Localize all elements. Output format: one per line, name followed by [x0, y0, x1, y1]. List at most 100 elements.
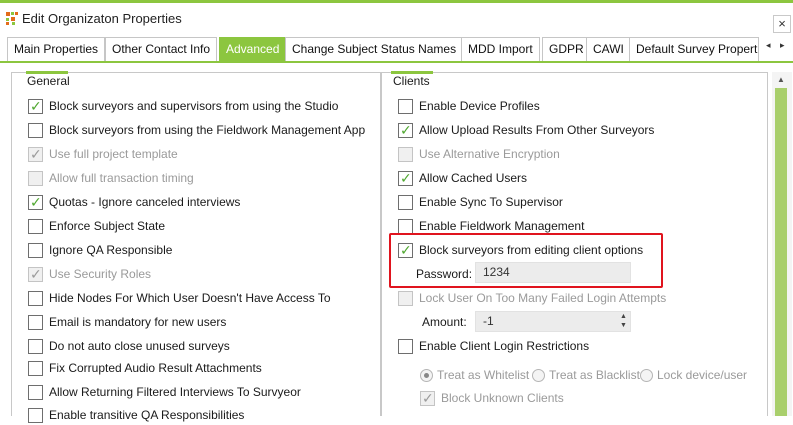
scrollbar-thumb[interactable] — [775, 88, 787, 416]
clients-option-label: Allow Cached Users — [419, 171, 528, 185]
general-option-row[interactable]: Do not auto close unused surveys — [28, 336, 230, 356]
tab-other-contact-info[interactable]: Other Contact Info — [105, 37, 218, 61]
general-checkbox[interactable] — [28, 242, 43, 258]
clients-option-row[interactable]: Enable Sync To Supervisor — [398, 192, 563, 212]
close-button[interactable]: × — [773, 15, 791, 33]
general-checkbox[interactable] — [28, 314, 43, 330]
radio-lock-device[interactable]: Lock device/user — [640, 365, 747, 385]
lock-user-row: Lock User On Too Many Failed Login Attem… — [398, 288, 666, 308]
general-option-label: Allow Returning Filtered Interviews To S… — [49, 385, 301, 399]
lock-user-checkbox — [398, 290, 413, 306]
general-option-row[interactable]: ✓ Quotas - Ignore canceled interviews — [28, 192, 240, 212]
general-option-row[interactable]: Allow Returning Filtered Interviews To S… — [28, 382, 301, 402]
general-option-label: Ignore QA Responsible — [49, 243, 173, 257]
login-restrictions-row[interactable]: Enable Client Login Restrictions — [398, 336, 589, 356]
block-unknown-checkbox: ✓ — [420, 390, 435, 406]
clients-option-label: Allow Upload Results From Other Surveyor… — [419, 123, 655, 137]
general-option-row[interactable]: Enable transitive QA Responsibilities — [28, 405, 244, 425]
clients-checkbox[interactable]: ✓ — [398, 169, 413, 186]
tab-gdpr[interactable]: GDPR — [542, 37, 591, 61]
tab-scroll-right-icon[interactable]: ▸ — [780, 40, 785, 51]
title-bar: Edit Organizaton Properties × — [0, 3, 793, 36]
tab-change-subject-status-names[interactable]: Change Subject Status Names — [285, 37, 464, 61]
radio-label: Treat as Whitelist — [437, 368, 530, 382]
general-checkbox — [28, 170, 43, 186]
general-header: General — [27, 74, 70, 88]
check-icon: ✓ — [400, 169, 412, 186]
login-restrictions-label: Enable Client Login Restrictions — [419, 339, 590, 353]
radio-button[interactable] — [532, 368, 545, 382]
check-icon: ✓ — [30, 97, 42, 114]
general-option-label: Block surveyors and supervisors from usi… — [49, 99, 339, 113]
clients-option-row[interactable]: ✓ Allow Upload Results From Other Survey… — [398, 120, 654, 140]
general-checkbox[interactable]: ✓ — [28, 193, 43, 210]
general-option-label: Block surveyors from using the Fieldwork… — [49, 123, 366, 137]
general-option-row[interactable]: Block surveyors from using the Fieldwork… — [28, 120, 365, 140]
tab-default-survey-properties[interactable]: Default Survey Properti — [629, 37, 759, 61]
clients-option-label: Enable Device Profiles — [419, 99, 540, 113]
general-checkbox: ✓ — [28, 145, 43, 162]
general-checkbox[interactable] — [28, 407, 43, 423]
spin-down-icon[interactable]: ▼ — [620, 322, 627, 329]
clients-checkbox[interactable] — [398, 98, 413, 114]
general-option-label: Use full project template — [49, 147, 178, 161]
radio-whitelist[interactable]: Treat as Whitelist — [420, 365, 529, 385]
app-grid-icon — [6, 12, 18, 25]
clients-checkbox — [398, 146, 413, 162]
check-icon: ✓ — [30, 145, 42, 162]
general-option-label: Hide Nodes For Which User Doesn't Have A… — [49, 291, 331, 305]
radio-button[interactable] — [640, 368, 653, 382]
clients-option-row[interactable]: ✓ Allow Cached Users — [398, 168, 527, 188]
general-option-label: Enforce Subject State — [49, 219, 166, 233]
general-option-label: Fix Corrupted Audio Result Attachments — [49, 361, 262, 375]
general-option-row[interactable]: ✓ Block surveyors and supervisors from u… — [28, 96, 338, 116]
general-option-row[interactable]: Fix Corrupted Audio Result Attachments — [28, 358, 262, 378]
tab-scroll-left-icon[interactable]: ◂ — [766, 40, 771, 51]
callout-highlight-box — [389, 233, 663, 288]
general-option-row[interactable]: Ignore QA Responsible — [28, 240, 172, 260]
tab-strip: Main Properties Other Contact Info Advan… — [0, 36, 793, 61]
tab-cawi[interactable]: CAWI — [586, 37, 631, 61]
check-icon: ✓ — [30, 193, 42, 210]
amount-stepper[interactable]: -1 — [475, 311, 631, 332]
general-checkbox[interactable] — [28, 290, 43, 306]
general-checkbox[interactable] — [28, 122, 43, 138]
check-icon: ✓ — [400, 121, 412, 138]
clients-option-label: Use Alternative Encryption — [419, 147, 560, 161]
general-checkbox[interactable]: ✓ — [28, 97, 43, 114]
general-checkbox[interactable] — [28, 360, 43, 376]
radio-blacklist[interactable]: Treat as Blacklist — [532, 365, 640, 385]
clients-option-row[interactable]: Enable Device Profiles — [398, 96, 540, 116]
clients-option-row: Use Alternative Encryption — [398, 144, 560, 164]
spin-up-icon[interactable]: ▲ — [620, 313, 627, 320]
general-checkbox[interactable] — [28, 218, 43, 234]
tab-advanced[interactable]: Advanced — [219, 37, 287, 61]
clients-header: Clients — [393, 74, 430, 88]
general-option-row[interactable]: Enforce Subject State — [28, 216, 165, 236]
general-option-label: Quotas - Ignore canceled interviews — [49, 195, 241, 209]
radio-selected-dot — [424, 372, 429, 378]
general-option-label: Enable transitive QA Responsibilities — [49, 408, 245, 422]
general-option-label: Do not auto close unused surveys — [49, 339, 230, 353]
radio-button[interactable] — [420, 368, 433, 382]
general-option-label: Email is mandatory for new users — [49, 315, 227, 329]
general-checkbox[interactable] — [28, 384, 43, 400]
general-option-row: ✓ Use Security Roles — [28, 264, 151, 284]
general-checkbox[interactable] — [28, 338, 43, 354]
clients-checkbox[interactable] — [398, 194, 413, 210]
block-unknown-row: ✓ Block Unknown Clients — [420, 388, 564, 408]
login-restrictions-checkbox[interactable] — [398, 338, 413, 354]
clients-option-label: Enable Fieldwork Management — [419, 219, 585, 233]
general-option-label: Allow full transaction timing — [49, 171, 194, 185]
clients-option-label: Enable Sync To Supervisor — [419, 195, 563, 209]
tab-main-properties[interactable]: Main Properties — [7, 37, 106, 61]
block-unknown-label: Block Unknown Clients — [441, 391, 564, 405]
clients-checkbox[interactable] — [398, 218, 413, 234]
general-option-row[interactable]: Hide Nodes For Which User Doesn't Have A… — [28, 288, 331, 308]
tab-mdd-import[interactable]: MDD Import — [461, 37, 540, 61]
general-option-row[interactable]: Email is mandatory for new users — [28, 312, 226, 332]
clients-checkbox[interactable]: ✓ — [398, 121, 413, 138]
amount-label: Amount: — [422, 315, 467, 329]
scroll-up-icon[interactable]: ▲ — [777, 75, 785, 84]
window-title: Edit Organizaton Properties — [22, 11, 182, 26]
